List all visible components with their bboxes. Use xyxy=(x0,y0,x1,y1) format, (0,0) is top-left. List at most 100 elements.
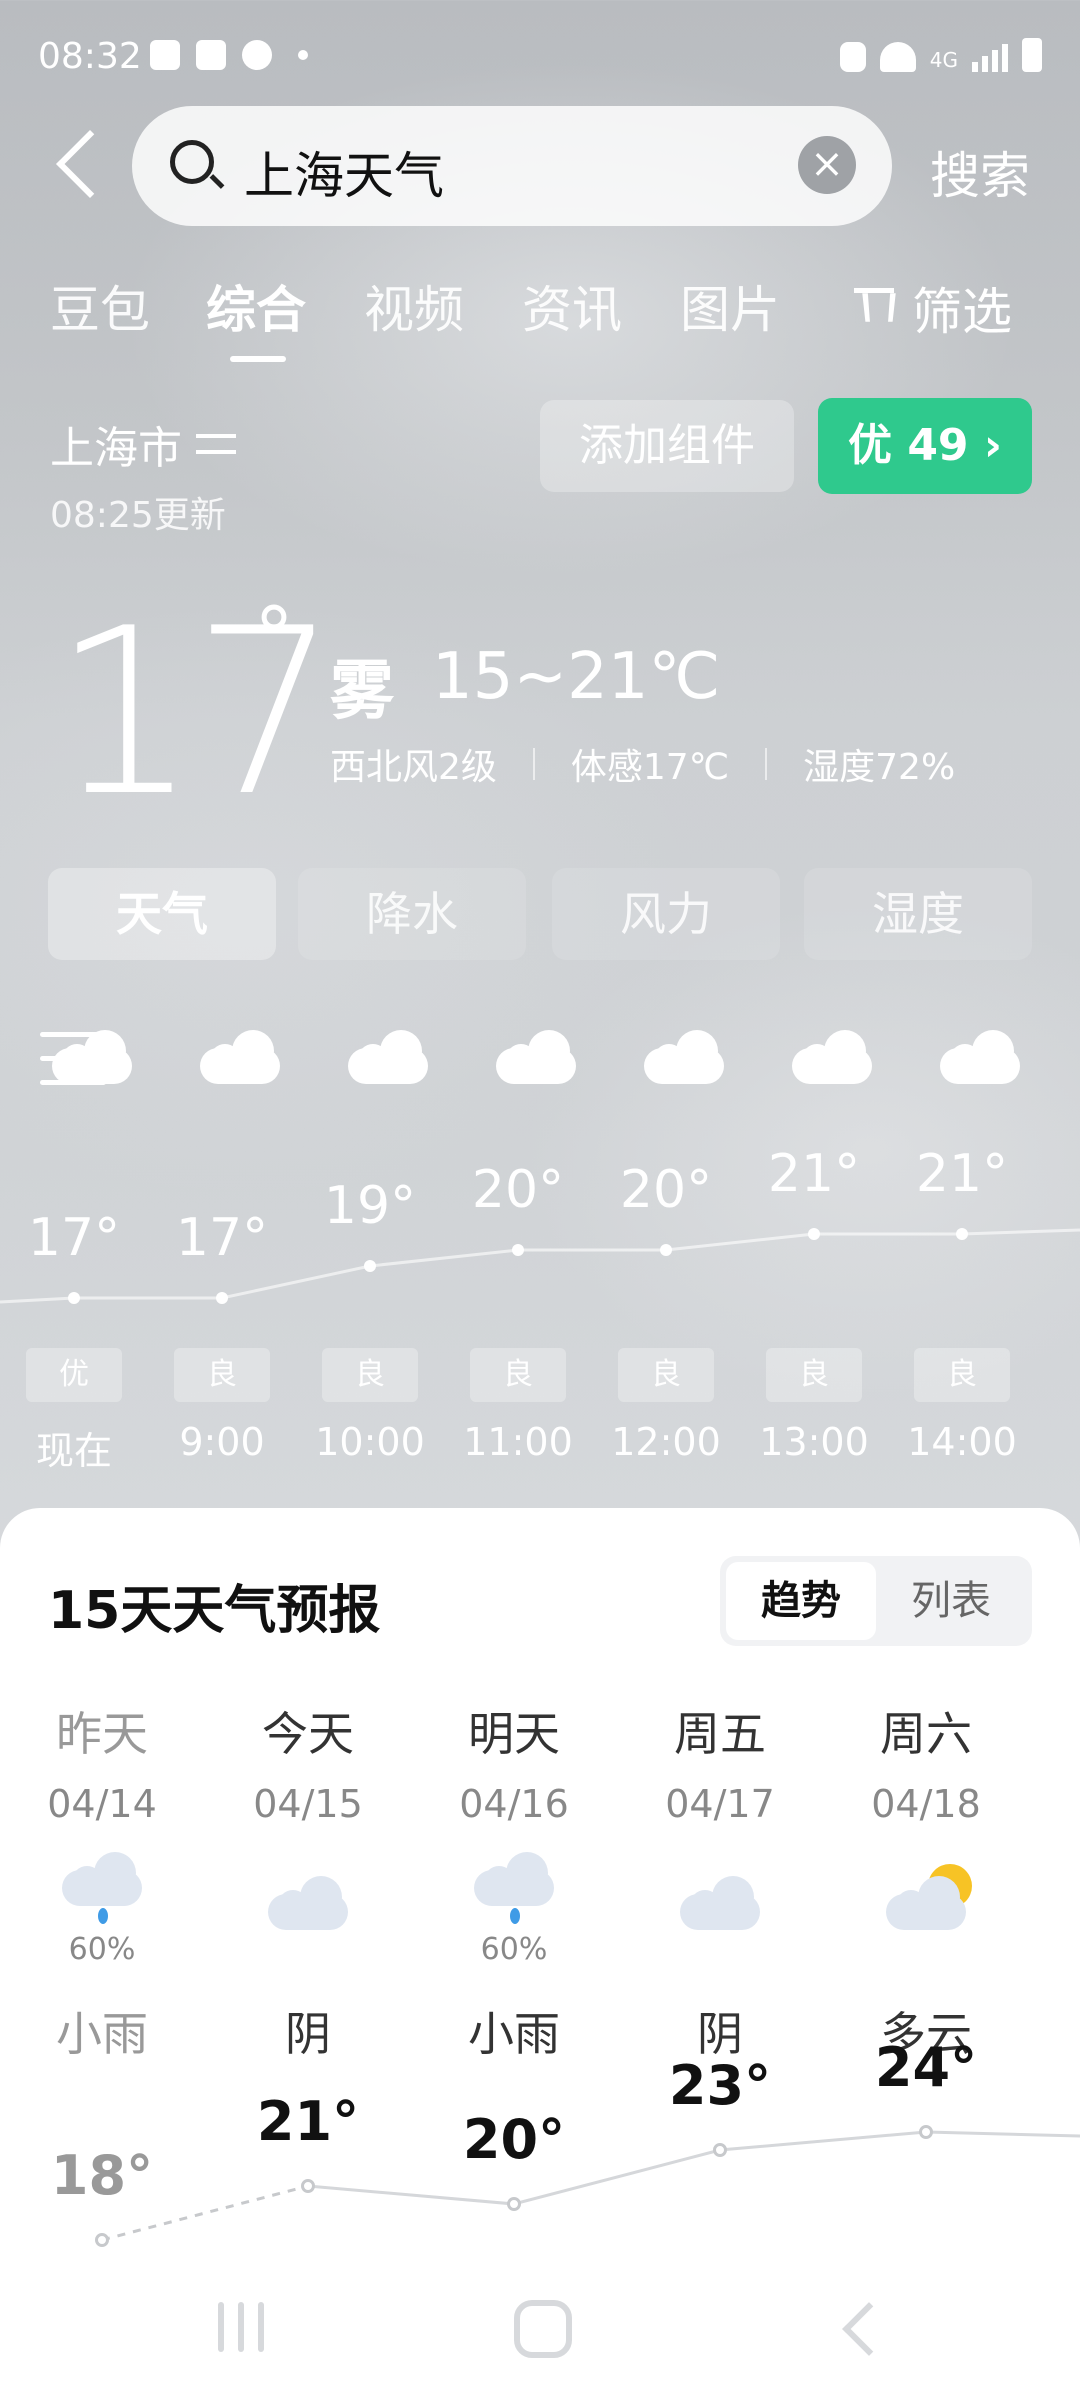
segment-humidity[interactable]: 湿度 xyxy=(804,868,1032,960)
hourly-time: 现在 xyxy=(35,1429,112,1473)
cloud-shape xyxy=(62,1852,142,1906)
day-date: 04/15 xyxy=(253,1782,363,1826)
voicemail-icon xyxy=(196,40,226,70)
weather-condition: 雾 xyxy=(330,655,394,729)
aqi-badge-hourly: 优 xyxy=(26,1348,122,1402)
cloud-icon xyxy=(792,1030,872,1084)
cloud-icon xyxy=(200,1030,280,1084)
forecast-title: 15天天气预报 xyxy=(48,1581,381,1641)
hourly-temp: 19° xyxy=(323,1176,417,1236)
hourly-dot xyxy=(364,1260,376,1272)
humidity-info: 湿度72% xyxy=(803,747,956,788)
rain-cloud-icon xyxy=(62,1848,152,1924)
hourly-time: 13:00 xyxy=(759,1420,869,1464)
degree-symbol: ° xyxy=(254,590,294,683)
search-query[interactable]: 上海天气 xyxy=(244,136,444,208)
day-column[interactable]: 周六 04/18 xyxy=(836,1698,1016,1826)
day-date: 04/16 xyxy=(459,1782,569,1826)
day-dot xyxy=(95,2233,109,2247)
clear-icon[interactable]: × xyxy=(798,136,856,194)
wind-info: 西北风2级 xyxy=(330,747,497,788)
day-name: 昨天 xyxy=(56,1707,148,1761)
list-toggle[interactable]: 列表 xyxy=(876,1562,1026,1640)
day-condition: 小雨 xyxy=(468,2007,560,2061)
cloud-icon xyxy=(496,1030,576,1084)
search-input[interactable]: 上海天气 × xyxy=(132,106,892,226)
segment-precipitation[interactable]: 降水 xyxy=(298,868,526,960)
tab-doubao[interactable]: 豆包 xyxy=(50,270,150,342)
partly-cloudy-icon xyxy=(886,1864,976,1942)
segment-weather[interactable]: 天气 xyxy=(48,868,276,960)
back-icon[interactable] xyxy=(48,128,108,204)
aqi-badge-hourly: 良 xyxy=(914,1348,1010,1402)
day-name: 今天 xyxy=(262,1707,354,1761)
home-button[interactable] xyxy=(514,2300,572,2358)
day-high-temp: 24° xyxy=(874,2036,978,2099)
day-dot xyxy=(713,2143,727,2157)
update-time: 08:25更新 xyxy=(50,495,226,536)
status-notification-icons xyxy=(150,40,308,70)
cloud-icon xyxy=(940,1030,1020,1084)
city-switcher[interactable]: 上海市 xyxy=(50,412,238,476)
view-toggle: 趋势 列表 xyxy=(720,1556,1032,1646)
weather-details: 西北风2级 体感17℃ 湿度72% xyxy=(330,738,955,790)
hourly-time: 10:00 xyxy=(315,1420,425,1464)
day-high-temp: 18° xyxy=(50,2144,154,2207)
cloud-shape xyxy=(886,1876,966,1930)
day-high-temp: 21° xyxy=(256,2090,360,2153)
hourly-time: 11:00 xyxy=(463,1420,573,1464)
day-column[interactable]: 周五 04/17 xyxy=(630,1698,810,1826)
search-button[interactable]: 搜索 xyxy=(930,136,1030,208)
tab-active-indicator xyxy=(230,356,286,362)
tab-news[interactable]: 资讯 xyxy=(522,270,622,342)
aqi-badge-hourly: 良 xyxy=(322,1348,418,1402)
recent-apps-button[interactable] xyxy=(218,2302,266,2352)
status-system-icons: 4G xyxy=(839,38,1042,72)
forecast-card: 15天天气预报 趋势 列表 昨天 04/14 60% 小雨 18° 今天 04/15 阴 21°… xyxy=(0,1508,1080,2400)
rain-probability: 60% xyxy=(68,1932,136,1967)
swap-icon xyxy=(196,426,238,462)
day-dot xyxy=(919,2125,933,2139)
segment-wind[interactable]: 风力 xyxy=(552,868,780,960)
hourly-temp: 21° xyxy=(915,1144,1009,1204)
hourly-time: 14:00 xyxy=(907,1420,1017,1464)
day-column[interactable]: 今天 04/15 xyxy=(218,1698,398,1826)
hourly-time: 9:00 xyxy=(179,1420,265,1464)
rain-cloud-icon xyxy=(474,1848,564,1924)
hourly-temp: 17° xyxy=(27,1208,121,1268)
day-column[interactable]: 明天 04/16 xyxy=(424,1698,604,1826)
nav-back-button[interactable] xyxy=(838,2306,882,2350)
feels-like: 体感17℃ xyxy=(570,747,730,788)
rain-drop xyxy=(510,1908,520,1924)
tab-video[interactable]: 视频 xyxy=(364,270,464,342)
temperature-range: 15~21℃ xyxy=(432,640,721,714)
alarm-icon xyxy=(839,42,866,72)
day-high-temp: 23° xyxy=(668,2054,772,2117)
add-widget-button[interactable]: 添加组件 xyxy=(540,400,794,492)
aqi-badge-hourly: 良 xyxy=(174,1348,270,1402)
tab-images[interactable]: 图片 xyxy=(680,270,780,342)
hourly-dot xyxy=(512,1244,524,1256)
day-condition: 阴 xyxy=(285,2007,331,2061)
cloud-icon xyxy=(52,1030,132,1084)
aqi-badge-hourly: 良 xyxy=(766,1348,862,1402)
filter-button[interactable]: 筛选 xyxy=(850,272,1012,344)
hourly-temp: 17° xyxy=(175,1208,269,1268)
day-name: 周五 xyxy=(674,1707,766,1761)
hourly-dot xyxy=(68,1292,80,1304)
battery-icon xyxy=(1022,38,1042,72)
day-date: 04/14 xyxy=(47,1782,157,1826)
status-bar: 08:32 4G xyxy=(0,0,1080,110)
trend-toggle[interactable]: 趋势 xyxy=(726,1562,876,1640)
aqi-badge-hourly: 良 xyxy=(618,1348,714,1402)
day-column[interactable]: 昨天 04/14 xyxy=(12,1698,192,1826)
day-dot xyxy=(301,2179,315,2193)
aqi-badge[interactable]: 优 49 › xyxy=(818,398,1032,494)
signal-icon xyxy=(972,44,1008,72)
hourly-dot xyxy=(216,1292,228,1304)
cloud-icon xyxy=(268,1872,358,1942)
cloud-shape xyxy=(268,1876,348,1930)
hourly-time: 12:00 xyxy=(611,1420,721,1464)
tab-all[interactable]: 综合 xyxy=(206,270,306,342)
search-icon xyxy=(170,140,214,184)
